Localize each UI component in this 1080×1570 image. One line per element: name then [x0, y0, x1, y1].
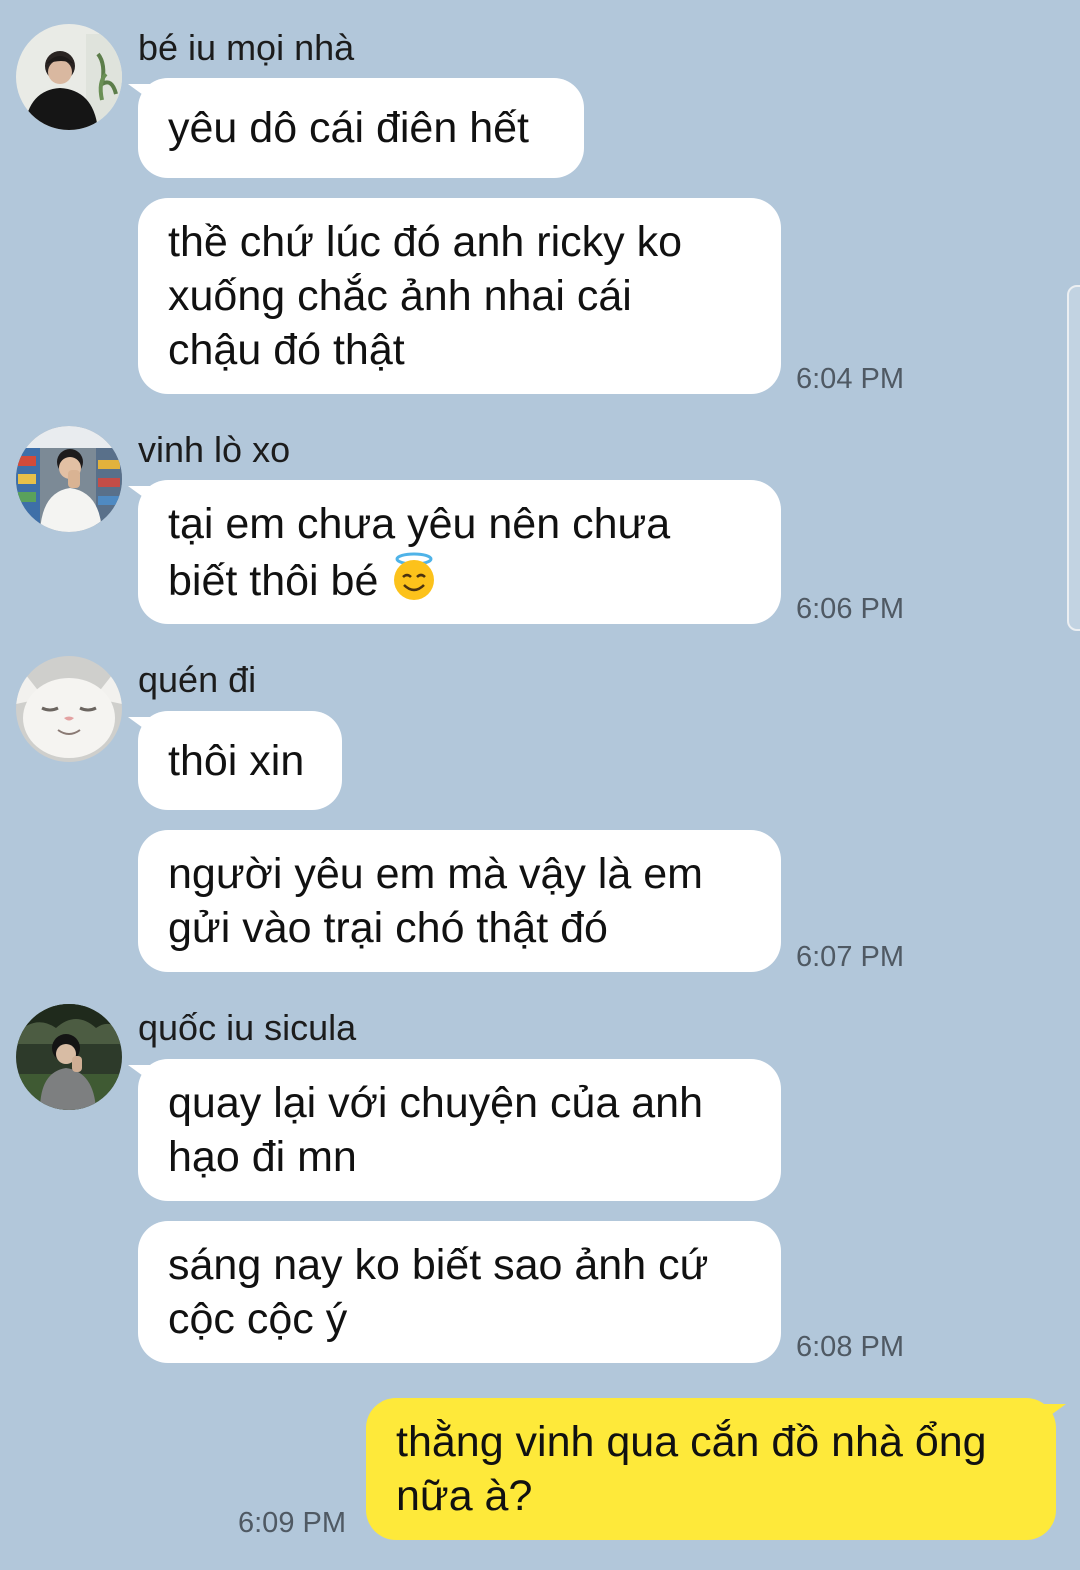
- message-timestamp: 6:04 PM: [796, 363, 904, 395]
- message-timestamp: 6:06 PM: [796, 593, 904, 625]
- avatar[interactable]: [16, 656, 122, 762]
- avatar[interactable]: [16, 24, 122, 130]
- message-bubble[interactable]: thôi xin: [128, 711, 342, 810]
- message-timestamp: 6:08 PM: [796, 1331, 904, 1363]
- avatar[interactable]: [16, 1004, 122, 1110]
- sender-name: quốc iu sicula: [138, 1007, 357, 1048]
- message-timestamp: 6:07 PM: [796, 941, 904, 973]
- message-text: tại em chưa yêu nên chưa biết thôi bé: [168, 499, 671, 605]
- message-bubble[interactable]: yêu dô cái điên hết: [128, 78, 584, 178]
- message-bubble[interactable]: người yêu em mà vậy là em gửi vào trại c…: [138, 830, 781, 972]
- profile-photo-icon: [16, 24, 122, 130]
- profile-photo-icon: [16, 426, 122, 532]
- sender-name: bé iu mọi nhà: [138, 27, 355, 68]
- profile-photo-icon: [16, 1004, 122, 1110]
- cat-photo-icon: [16, 656, 122, 762]
- my-message-bubble[interactable]: thằng vinh qua cắn đồ nhà ổng nữa à?: [366, 1398, 1066, 1540]
- message-bubble[interactable]: sáng nay ko biết sao ảnh cứ cộc cộc ý: [138, 1221, 781, 1363]
- message-bubble[interactable]: thề chứ lúc đó anh ricky ko xuống chắc ả…: [138, 198, 781, 394]
- message-bubble[interactable]: tại em chưa yêu nên chưa biết thôi bé: [128, 480, 781, 624]
- sender-name: quén đi: [138, 659, 257, 700]
- message-timestamp: 6:09 PM: [238, 1507, 346, 1539]
- scrollbar[interactable]: [1067, 285, 1080, 631]
- message-bubble[interactable]: quay lại với chuyện của anh hạo đi mn: [128, 1059, 781, 1201]
- sender-name: vinh lò xo: [138, 429, 291, 470]
- avatar[interactable]: [16, 426, 122, 532]
- smiling-face-with-halo-icon: [388, 551, 440, 603]
